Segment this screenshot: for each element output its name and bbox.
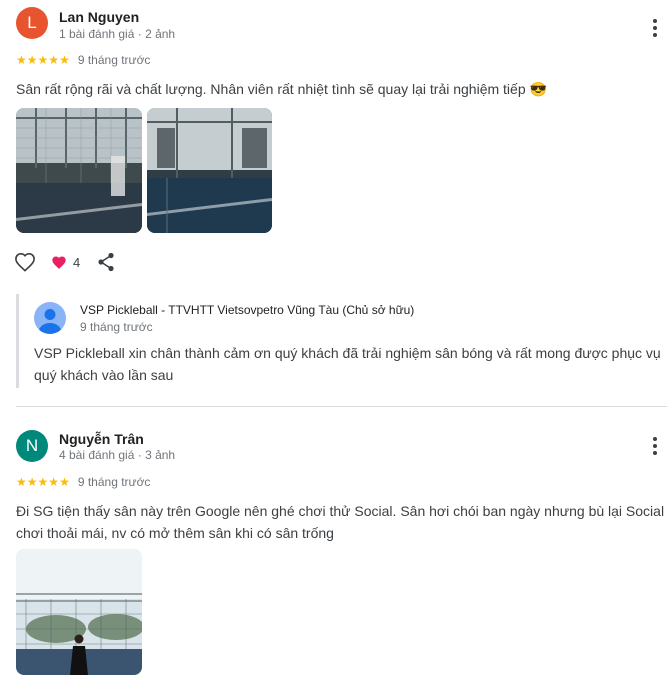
reply-time: 9 tháng trước [80,320,153,334]
reviewer-name[interactable]: Lan Nguyen [59,9,139,25]
like-count: 4 [73,254,81,270]
review-time: 9 tháng trước [77,53,151,67]
star-icon: ★ [16,53,27,67]
person-avatar-icon [34,302,66,334]
more-vert-icon [653,437,657,441]
star-icon: ★ [59,53,70,67]
review-photo[interactable] [16,108,142,233]
more-vert-icon [653,19,657,23]
star-icon: ★ [48,475,60,489]
heart-outline-icon[interactable] [14,252,36,272]
star-icon: ★ [37,53,49,67]
review-text: Đi SG tiện thấy sân này trên Google nên … [16,503,665,541]
reviewer-meta: 4 bài đánh giá · 3 ảnh [59,448,176,462]
star-icon: ★ [48,53,60,67]
like-count-button[interactable]: 4 [51,255,80,270]
review-photo[interactable] [16,549,142,675]
star-rating: ★ ★ ★ ★ ★ 9 tháng trước [16,53,150,67]
review-text: Sân rất rộng rãi và chất lượng. Nhân viê… [16,81,547,97]
star-icon: ★ [59,475,70,489]
star-icon: ★ [37,475,49,489]
heart-filled-icon [52,256,66,269]
reply-text: VSP Pickleball xin chân thành cảm ơn quý… [34,345,661,383]
more-options-button[interactable] [647,16,663,40]
review-time: 9 tháng trước [77,475,151,489]
review-card: L Lan Nguyen 1 bài đánh giá · 2 ảnh ★ ★ … [0,0,671,400]
review-actions: 4 [14,252,115,272]
reviewer-meta: 1 bài đánh giá · 2 ảnh [59,27,176,41]
owner-name: VSP Pickleball - TTVHTT Vietsovpetro Vũn… [80,303,415,317]
avatar[interactable]: L [16,7,48,39]
avatar[interactable]: N [16,430,48,462]
avatar-initial: N [25,436,39,455]
star-icon: ★ [16,475,27,489]
star-rating: ★ ★ ★ ★ ★ 9 tháng trước [16,475,150,489]
owner-reply: VSP Pickleball - TTVHTT Vietsovpetro Vũn… [16,294,671,388]
avatar-initial: L [27,13,37,32]
more-options-button[interactable] [647,434,663,458]
review-photo[interactable] [147,108,272,233]
reviewer-name[interactable]: Nguyễn Trân [59,431,144,447]
star-icon: ★ [26,53,38,67]
review-card: N Nguyễn Trân 4 bài đánh giá · 3 ảnh ★ ★… [0,407,671,684]
star-icon: ★ [26,475,38,489]
share-icon[interactable] [97,252,115,272]
